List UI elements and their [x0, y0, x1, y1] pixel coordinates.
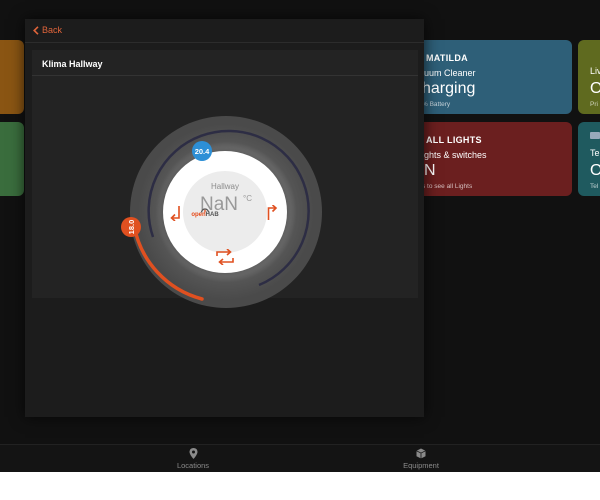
- tile-left-bottom[interactable]: [0, 122, 24, 196]
- back-button[interactable]: Back: [33, 25, 62, 35]
- openhab-logo: openHAB: [189, 205, 221, 219]
- nav-locations[interactable]: Locations: [153, 448, 233, 470]
- living-tile-note: Pri: [590, 101, 598, 108]
- lights-tile-state: N: [424, 162, 436, 179]
- card-title: Klima Hallway: [42, 59, 103, 69]
- tv-tile-title: Tel: [590, 148, 600, 158]
- living-tile-state: O: [590, 80, 600, 97]
- lights-tile-note: s to see all Lights: [422, 183, 473, 190]
- current-temperature-marker-value: 20.4: [194, 146, 210, 156]
- mode-toggle-button[interactable]: [215, 249, 235, 265]
- target-temperature-handle[interactable]: 18.0: [121, 217, 141, 237]
- tile-left-top[interactable]: [0, 40, 24, 114]
- nav-locations-label: Locations: [176, 461, 210, 470]
- thermostat-widget: Hallway NaN °C openHAB 20.4 18.0: [121, 115, 323, 309]
- cube-icon: [416, 448, 426, 459]
- vacuum-tile-title: MATILDA: [426, 53, 468, 63]
- popup-header: Back: [25, 19, 424, 43]
- tv-tile-state: O: [590, 162, 600, 179]
- target-temperature-value: 18.0: [126, 219, 136, 235]
- back-label: Back: [42, 25, 63, 35]
- tv-icon: [590, 132, 600, 139]
- card-divider: [32, 75, 418, 76]
- current-temperature-marker: 20.4: [192, 141, 212, 161]
- room-name: Hallway: [210, 182, 239, 191]
- chevron-left-icon: [33, 25, 39, 35]
- bottom-nav: Locations Equipment: [0, 444, 600, 472]
- vacuum-tile[interactable]: MATILDA uum Cleaner harging % Battery: [414, 40, 572, 114]
- location-pin-icon: [189, 448, 197, 459]
- center-panel: Hallway NaN °C openHAB: [163, 151, 287, 273]
- living-tile[interactable]: Liv O Pri: [578, 40, 600, 114]
- temperature-unit: °C: [243, 194, 252, 203]
- tv-tile-note: Tel: [590, 183, 599, 190]
- openhab-logo-text: openHAB: [191, 212, 219, 218]
- lights-tile[interactable]: ALL LIGHTS ghts & switches N s to see al…: [414, 122, 572, 196]
- vacuum-tile-state: harging: [422, 80, 476, 97]
- increase-temperature-button[interactable]: [266, 205, 280, 221]
- thermostat-card: Klima Hallway Hallway NaN °C openHAB 20.…: [32, 50, 418, 308]
- vacuum-tile-subtitle: uum Cleaner: [424, 68, 476, 78]
- nav-equipment[interactable]: Equipment: [381, 448, 461, 470]
- nav-equipment-label: Equipment: [403, 461, 439, 470]
- thermostat-popup: Back Klima Hallway Hallway NaN °C openHA…: [25, 19, 424, 417]
- bottom-strip: [0, 472, 600, 500]
- vacuum-tile-note: % Battery: [422, 101, 451, 108]
- lights-tile-subtitle: ghts & switches: [424, 150, 487, 160]
- lights-tile-title: ALL LIGHTS: [426, 135, 482, 145]
- decrease-temperature-button[interactable]: [169, 205, 183, 221]
- living-tile-title: Liv: [590, 66, 600, 76]
- tv-tile[interactable]: Tel O Tel: [578, 122, 600, 196]
